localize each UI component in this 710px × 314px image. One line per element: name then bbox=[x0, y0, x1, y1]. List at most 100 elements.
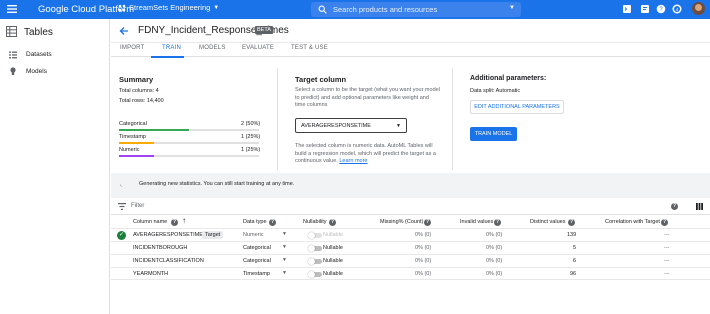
header-nullability: Nullability bbox=[303, 219, 327, 225]
tab-test-use[interactable]: TEST & USE bbox=[291, 45, 328, 51]
toggle-knob bbox=[308, 245, 315, 252]
tab-evaluate[interactable]: EVALUATE bbox=[242, 45, 274, 51]
help-icon[interactable]: ? bbox=[661, 219, 668, 226]
cell-missing: 0% (0) bbox=[415, 232, 432, 238]
help-icon[interactable]: ? bbox=[171, 219, 178, 226]
type-bar-categorical bbox=[119, 129, 189, 131]
filter-bar[interactable]: Filter ? bbox=[111, 198, 710, 215]
type-bar-timestamp bbox=[119, 142, 154, 144]
search-bar[interactable]: Search products and resources ▼ bbox=[311, 2, 521, 17]
chevron-down-icon: ▼ bbox=[213, 4, 220, 11]
column-settings-icon[interactable] bbox=[696, 203, 703, 210]
cell-distinct: 5 bbox=[573, 245, 577, 251]
summary-heading: Summary bbox=[119, 75, 154, 84]
sidebar-item-datasets[interactable]: Datasets bbox=[0, 47, 110, 63]
toggle-knob bbox=[308, 232, 315, 239]
project-selector[interactable]: StreamSets Engineering ▼ bbox=[118, 3, 219, 12]
type-name-timestamp: Timestamp bbox=[119, 134, 146, 140]
cell-column-name: INCIDENTCLASSIFICATION bbox=[133, 258, 204, 264]
chevron-down-icon[interactable]: ▼ bbox=[509, 5, 515, 11]
avatar[interactable] bbox=[692, 2, 705, 15]
help-icon[interactable]: ? bbox=[329, 219, 336, 226]
account-badge-icon[interactable]: 4 bbox=[672, 4, 682, 14]
target-note: The selected column is numeric data. Aut… bbox=[295, 143, 440, 166]
cell-missing: 0% (0) bbox=[415, 258, 432, 264]
tab-models[interactable]: MODELS bbox=[199, 45, 226, 51]
type-bar-numeric bbox=[119, 155, 154, 157]
data-split-text: Data split: Automatic bbox=[470, 88, 521, 94]
header-data-type: Data type bbox=[243, 219, 267, 225]
help-icon[interactable]: ? bbox=[656, 4, 666, 14]
back-arrow-icon[interactable] bbox=[119, 26, 129, 36]
header-distinct-values: Distinct values bbox=[530, 219, 566, 225]
cell-correlation: --- bbox=[664, 258, 670, 264]
help-icon[interactable]: ? bbox=[269, 219, 276, 226]
target-column-value: AVERAGERESPONSETIME bbox=[301, 123, 371, 129]
sidebar-title: Tables bbox=[24, 27, 53, 38]
table-row[interactable]: YEARMONTH Timestamp ▼ Nullable 0% (0) 0%… bbox=[111, 267, 710, 280]
cell-data-type: Categorical bbox=[243, 258, 271, 264]
cell-distinct: 96 bbox=[570, 271, 577, 277]
sidebar-item-label: Models bbox=[26, 68, 47, 75]
type-name-numeric: Numeric bbox=[119, 147, 140, 153]
additional-params-heading: Additional parameters: bbox=[470, 75, 547, 82]
chevron-down-icon[interactable]: ▼ bbox=[282, 244, 287, 250]
lightbulb-icon bbox=[10, 67, 16, 75]
header-column-name[interactable]: Column name bbox=[133, 219, 167, 225]
toggle-knob bbox=[308, 271, 315, 278]
cell-data-type: Categorical bbox=[243, 245, 271, 251]
hamburger-menu-icon[interactable] bbox=[6, 3, 18, 15]
sidebar-item-models[interactable]: Models bbox=[0, 64, 110, 80]
train-model-button[interactable]: TRAIN MODEL bbox=[470, 127, 517, 141]
sort-arrow-up-icon[interactable]: ↑ bbox=[182, 216, 186, 225]
project-name: StreamSets Engineering bbox=[129, 3, 211, 12]
cell-correlation: --- bbox=[664, 271, 670, 277]
page-header: FDNY_Incident_Response_Times BETA bbox=[111, 19, 710, 43]
search-icon bbox=[318, 5, 327, 14]
help-icon[interactable]: ? bbox=[671, 203, 678, 210]
type-value-numeric: 1 (25%) bbox=[241, 147, 261, 153]
table-row[interactable]: ✓ AVERAGERESPONSETIME Target Numeric ▼ N… bbox=[111, 228, 710, 241]
dropdown-arrow-icon: ▼ bbox=[396, 123, 401, 129]
help-icon[interactable]: ? bbox=[494, 219, 501, 226]
search-placeholder: Search products and resources bbox=[333, 5, 438, 14]
cell-correlation: --- bbox=[664, 232, 670, 238]
cell-nullability: Nullable bbox=[323, 271, 343, 277]
cell-column-name: AVERAGERESPONSETIME bbox=[133, 232, 203, 238]
tab-train[interactable]: TRAIN bbox=[162, 45, 181, 51]
cell-nullability: Nullable bbox=[323, 258, 343, 264]
chevron-down-icon[interactable]: ▼ bbox=[282, 231, 287, 237]
help-icon[interactable]: ? bbox=[424, 219, 431, 226]
edit-additional-params-button[interactable]: EDIT ADDITIONAL PARAMETERS bbox=[470, 100, 564, 114]
target-column-select[interactable]: AVERAGERESPONSETIME ▼ bbox=[295, 118, 407, 133]
type-value-timestamp: 1 (25%) bbox=[241, 134, 261, 140]
cloud-shell-icon[interactable] bbox=[622, 4, 632, 14]
chevron-down-icon[interactable]: ▼ bbox=[282, 270, 287, 276]
total-columns: Total columns: 4 bbox=[119, 88, 159, 94]
cell-invalid: 0% (0) bbox=[486, 232, 503, 238]
cell-invalid: 0% (0) bbox=[486, 271, 503, 277]
help-icon[interactable]: ? bbox=[568, 219, 575, 226]
status-text: Generating new statistics. You can still… bbox=[139, 181, 295, 187]
top-app-bar: Google Cloud Platform StreamSets Enginee… bbox=[0, 0, 710, 19]
cell-nullability: Nullable bbox=[323, 245, 343, 251]
spinner-icon: ◟ bbox=[120, 182, 123, 188]
learn-more-link[interactable]: Learn more bbox=[339, 158, 367, 164]
total-rows: Total rows: 14,400 bbox=[119, 98, 164, 104]
table-row[interactable]: INCIDENTCLASSIFICATION Categorical ▼ Nul… bbox=[111, 254, 710, 267]
cell-distinct: 139 bbox=[567, 232, 577, 238]
cell-column-name: YEARMONTH bbox=[133, 271, 169, 277]
tab-import[interactable]: IMPORT bbox=[120, 45, 144, 51]
filter-label: Filter bbox=[131, 203, 145, 209]
cell-data-type: Timestamp bbox=[243, 271, 270, 277]
column-divider bbox=[452, 68, 453, 170]
status-banner: ◟ Generating new statistics. You can sti… bbox=[111, 173, 710, 198]
beta-badge: BETA bbox=[255, 26, 273, 34]
dataset-icon bbox=[9, 51, 17, 59]
left-sidebar: Tables Datasets Models bbox=[0, 19, 110, 314]
target-description: Select a column to be the target (what y… bbox=[295, 87, 440, 108]
notifications-icon[interactable] bbox=[640, 4, 650, 14]
type-name-categorical: Categorical bbox=[119, 121, 147, 127]
table-row[interactable]: INCIDENTBOROUGH Categorical ▼ Nullable 0… bbox=[111, 241, 710, 254]
chevron-down-icon[interactable]: ▼ bbox=[282, 257, 287, 263]
